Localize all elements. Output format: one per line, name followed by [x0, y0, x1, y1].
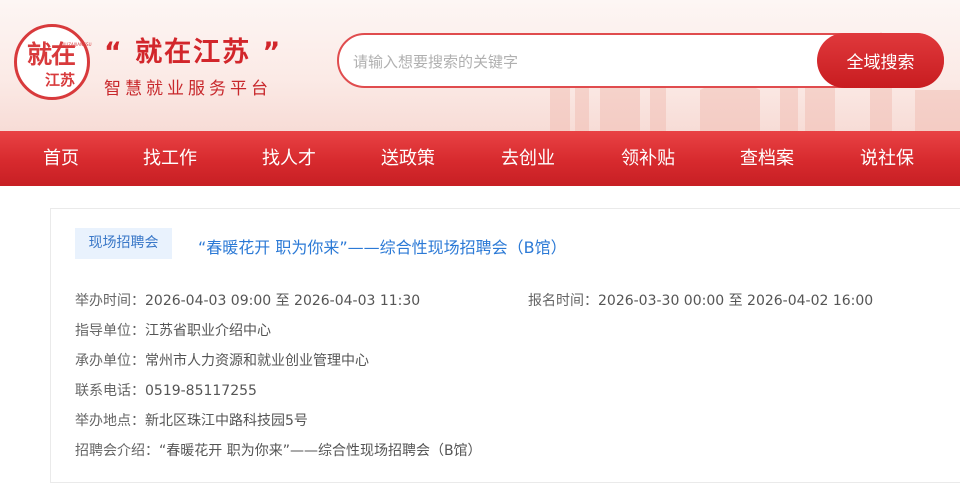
phone-label: 联系电话：	[75, 383, 145, 399]
search-bar: 全域搜索	[337, 33, 944, 88]
hold-time-row: 举办时间：2026-04-03 09:00 至 2026-04-03 11:30	[75, 290, 420, 310]
hold-time-label: 举办时间：	[75, 293, 145, 309]
intro-value: “春暖花开 职为你来”——综合性现场招聘会（B馆）	[159, 443, 482, 459]
global-search-button[interactable]: 全域搜索	[817, 33, 944, 88]
job-fair-card: 现场招聘会 “春暖花开 职为你来”——综合性现场招聘会（B馆） 举办时间：202…	[50, 208, 960, 483]
guide-unit-value: 江苏省职业介绍中心	[145, 323, 271, 339]
site-header: 就在 JIUZAIJIANGSU 江苏 “ 就在江苏 ” 智慧就业服务平台 全域…	[0, 0, 960, 131]
logo-main-text: 就在	[27, 40, 76, 69]
fair-title-link[interactable]: “春暖花开 职为你来”——综合性现场招聘会（B馆）	[198, 234, 567, 258]
nav-item-archive[interactable]: 查档案	[740, 131, 794, 186]
nav-item-find-job[interactable]: 找工作	[143, 131, 197, 186]
phone-row: 联系电话：0519-85117255	[75, 380, 257, 400]
signup-time-label: 报名时间：	[528, 293, 598, 309]
nav-item-home[interactable]: 首页	[43, 131, 79, 186]
signup-time-row: 报名时间：2026-03-30 00:00 至 2026-04-02 16:00	[528, 290, 873, 310]
guide-unit-row: 指导单位：江苏省职业介绍中心	[75, 320, 271, 340]
organizer-value: 常州市人力资源和就业创业管理中心	[145, 353, 369, 369]
nav-item-social-security[interactable]: 说社保	[860, 131, 914, 186]
nav-item-policy[interactable]: 送政策	[381, 131, 435, 186]
hold-time-value: 2026-04-03 09:00 至 2026-04-03 11:30	[145, 293, 421, 309]
phone-value: 0519-85117255	[145, 383, 257, 399]
logo-tiny-text: JIUZAIJIANGSU	[63, 42, 92, 47]
nav-item-startup[interactable]: 去创业	[501, 131, 555, 186]
main-nav: 首页 找工作 找人才 送政策 去创业 领补贴 查档案 说社保	[0, 131, 960, 186]
signup-time-value: 2026-03-30 00:00 至 2026-04-02 16:00	[598, 293, 874, 309]
brand-subtitle: 智慧就业服务平台	[104, 79, 272, 99]
search-input[interactable]	[351, 49, 815, 75]
brand-title: “ 就在江苏 ”	[104, 37, 283, 68]
organizer-row: 承办单位：常州市人力资源和就业创业管理中心	[75, 350, 369, 370]
nav-item-subsidy[interactable]: 领补贴	[621, 131, 675, 186]
logo-sub-text: 江苏	[45, 71, 76, 89]
place-value: 新北区珠江中路科技园5号	[145, 413, 308, 429]
fair-type-tag: 现场招聘会	[75, 228, 172, 259]
nav-item-find-talent[interactable]: 找人才	[262, 131, 316, 186]
place-row: 举办地点：新北区珠江中路科技园5号	[75, 410, 308, 430]
intro-row: 招聘会介绍：“春暖花开 职为你来”——综合性现场招聘会（B馆）	[75, 440, 482, 460]
guide-unit-label: 指导单位：	[75, 323, 145, 339]
site-logo[interactable]: 就在 JIUZAIJIANGSU 江苏	[14, 24, 92, 100]
intro-label: 招聘会介绍：	[75, 443, 159, 459]
organizer-label: 承办单位：	[75, 353, 145, 369]
place-label: 举办地点：	[75, 413, 145, 429]
